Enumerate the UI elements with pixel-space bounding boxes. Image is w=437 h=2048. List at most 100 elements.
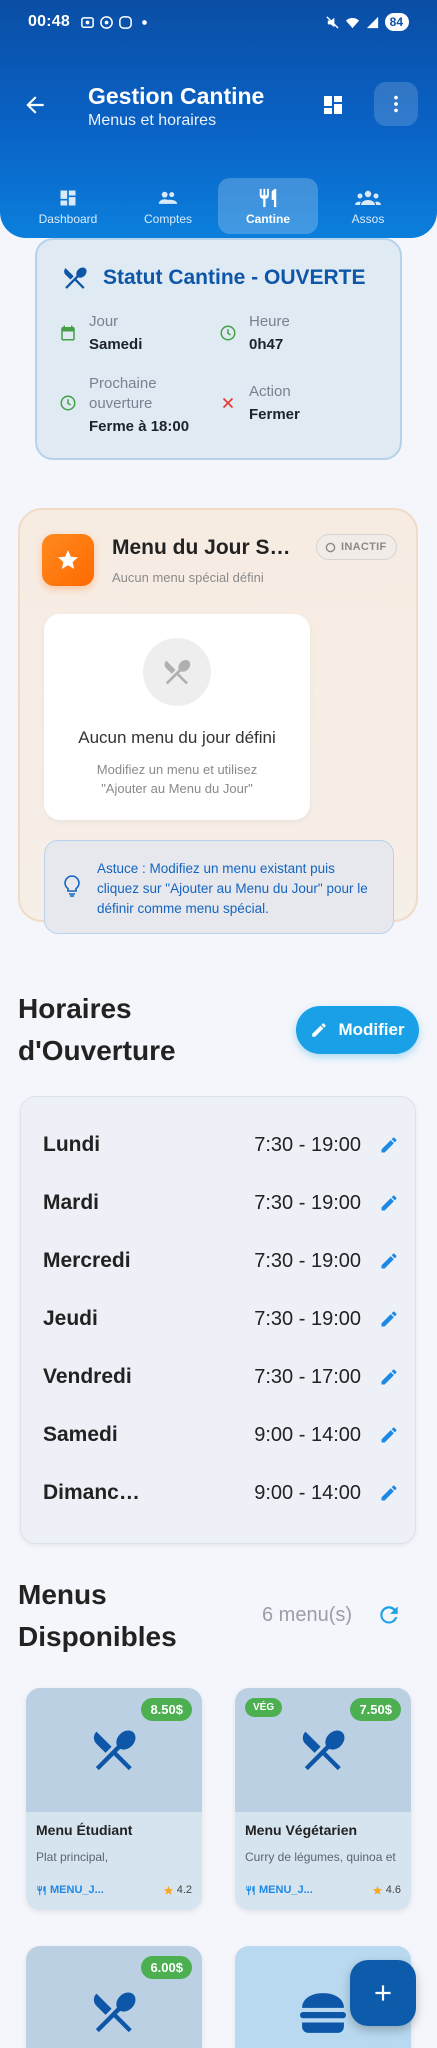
edit-pencil-icon[interactable] [379, 1367, 399, 1387]
restaurant-icon [37, 1885, 46, 1895]
clock-icon [60, 395, 76, 411]
burger-icon [300, 1993, 346, 2033]
price-badge: 6.00$ [141, 1956, 192, 1979]
hour-time: 7:30 - 19:00 [254, 1249, 361, 1272]
edit-hours-button[interactable]: Modifier [296, 1006, 419, 1054]
hour-label: Heure [249, 313, 290, 330]
arrow-left-icon [26, 96, 44, 114]
menu-footer: MENU_J... 4.6 [245, 1884, 401, 1896]
empty-menu-title: Aucun menu du jour défini [78, 728, 276, 747]
whatsapp-icon [100, 15, 113, 29]
edit-pencil-icon[interactable] [379, 1251, 399, 1271]
tab-cantine[interactable]: Cantine [218, 178, 318, 234]
dashboard-icon [324, 96, 342, 114]
hour-day: Dimanche [43, 1481, 143, 1504]
tab-label: Comptes [143, 212, 193, 226]
hour-day: Samedi [43, 1423, 118, 1446]
back-button[interactable] [18, 88, 52, 122]
close-canteen-button[interactable]: Fermer [249, 406, 300, 423]
page-title: Gestion Cantine [88, 83, 265, 109]
system-icons: 84 [325, 13, 409, 31]
pencil-icon [312, 1023, 327, 1037]
day-value: Samedi [89, 336, 143, 353]
tab-dashboard[interactable]: Dashboard [18, 178, 118, 234]
scan-icon [81, 16, 94, 28]
header-title-block: Gestion Cantine Menus et horaires [88, 82, 264, 130]
tab-comptes[interactable]: Comptes [118, 178, 218, 234]
next-opening-label: Prochaine ouverture [89, 375, 157, 412]
menu-description: Curry de légumes, quinoa et [245, 1850, 396, 1864]
cutlery-icon [93, 1992, 136, 2033]
menus-count: 6 menu(s) [262, 1604, 353, 1626]
edit-pencil-icon[interactable] [379, 1483, 399, 1503]
groups-icon [355, 190, 381, 205]
people-icon [158, 191, 178, 204]
hour-time: 7:30 - 17:00 [254, 1365, 361, 1388]
hour-row-jeudi: Jeudi 7:30 - 19:00 [43, 1299, 399, 1339]
hour-info: Heure 0h47 [219, 312, 290, 353]
special-menu-title: Menu du Jour Spécial [112, 536, 300, 559]
calendar-icon [61, 325, 75, 341]
hour-time: 7:30 - 19:00 [254, 1191, 361, 1214]
status-badge-label: INACTIF [341, 541, 387, 553]
tab-bar: Dashboard Comptes Cantine Assos [0, 178, 437, 236]
tab-assos[interactable]: Assos [318, 178, 418, 234]
menu-rating: 4.6 [372, 1884, 401, 1896]
star-icon [372, 1885, 382, 1895]
vegetarian-badge: VÉG [245, 1698, 283, 1717]
hour-day: Mercredi [43, 1249, 131, 1272]
special-menu-card: Menu du Jour Spécial Aucun menu spécial … [18, 508, 418, 934]
hour-row-vendredi: Vendredi 7:30 - 17:00 [43, 1357, 399, 1397]
hours-heading: Horaires d'Ouverture [18, 993, 176, 1066]
empty-menu-box: Aucun menu du jour défini Modifiez un me… [44, 614, 310, 820]
app-header: 00:48 84 Gestion Cantine Menus et horair… [0, 0, 437, 238]
next-opening-value: Ferme à 18:00 [89, 418, 190, 435]
price-badge: 8.50$ [141, 1698, 192, 1721]
notification-icons [80, 15, 152, 30]
dashboard-button[interactable] [316, 88, 350, 122]
add-menu-button[interactable] [350, 1960, 416, 2026]
tab-label: Assos [351, 212, 385, 226]
edit-pencil-icon[interactable] [379, 1135, 399, 1155]
menu-card[interactable]: 8.50$ Menu Étudiant Plat principal, MENU… [26, 1688, 202, 1910]
mute-icon [326, 15, 339, 29]
special-menu-subtitle: Aucun menu spécial défini [112, 570, 264, 585]
menu-image: VÉG 7.50$ [235, 1688, 411, 1812]
hours-card: Lundi 7:30 - 19:00 Mardi 7:30 - 19:00 Me… [20, 1096, 416, 1544]
star-icon [58, 550, 78, 569]
cutlery-icon [64, 267, 87, 289]
edit-pencil-icon[interactable] [379, 1309, 399, 1329]
day-label: Jour [89, 313, 119, 330]
close-icon [222, 397, 234, 409]
price-badge: 7.50$ [350, 1698, 401, 1721]
menu-category: MENU_J... [36, 1884, 104, 1896]
hour-time: 9:00 - 14:00 [254, 1481, 361, 1504]
tip-text: Astuce : Modifiez un menu existant puis … [97, 861, 368, 916]
hour-row-lundi: Lundi 7:30 - 19:00 [43, 1125, 399, 1165]
menu-card[interactable]: VÉG 7.50$ Menu Végétarien Curry de légum… [235, 1688, 411, 1910]
edit-pencil-icon[interactable] [379, 1425, 399, 1445]
wifi-icon [345, 17, 359, 28]
status-time: 00:48 [28, 13, 70, 30]
menu-card[interactable]: 6.00$ [26, 1946, 202, 2048]
messenger-icon [119, 15, 132, 29]
edit-pencil-icon[interactable] [379, 1193, 399, 1213]
day-info: Jour Samedi [59, 312, 142, 353]
empty-menu-circle [143, 638, 211, 706]
menu-category: MENU_J... [245, 1884, 313, 1896]
action-info[interactable]: Action Fermer [219, 382, 300, 423]
menu-description: Plat principal, [36, 1850, 109, 1864]
hour-time: 7:30 - 19:00 [254, 1307, 361, 1330]
hour-row-samedi: Samedi 9:00 - 14:00 [43, 1415, 399, 1455]
star-badge [42, 534, 94, 586]
hour-row-mercredi: Mercredi 7:30 - 19:00 [43, 1241, 399, 1281]
next-opening-info: Prochaine ouverture Ferme à 18:00 [59, 374, 209, 435]
cutlery-icon [93, 1730, 136, 1771]
plus-icon [375, 1985, 391, 2001]
star-icon [163, 1885, 173, 1895]
more-options-button[interactable] [374, 82, 418, 126]
refresh-button[interactable] [374, 1600, 404, 1630]
hour-day: Mardi [43, 1191, 100, 1214]
hour-day: Vendredi [43, 1365, 132, 1388]
refresh-icon [380, 1606, 398, 1624]
